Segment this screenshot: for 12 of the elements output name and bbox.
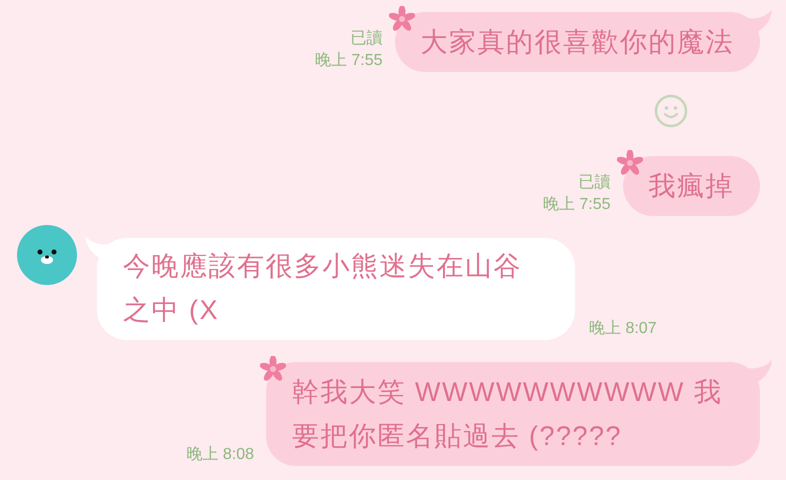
message-bubble: 今晚應該有很多小熊迷失在山谷之中 (X — [97, 238, 575, 340]
message-time: 晚上 8:08 — [186, 444, 254, 465]
read-receipt: 已讀 — [350, 28, 382, 49]
message-time: 晚上 7:55 — [542, 194, 610, 215]
message-bubble: 大家真的很喜歡你的魔法 — [394, 12, 760, 72]
message-bubble: 我瘋掉 — [622, 156, 760, 216]
smiley-icon[interactable] — [654, 94, 688, 128]
read-receipt: 已讀 — [578, 172, 610, 193]
message-time: 晚上 7:55 — [314, 50, 382, 71]
avatar-icon — [17, 225, 77, 285]
message-time: 晚上 8:07 — [589, 318, 657, 339]
message-bubble: 幹我大笑 WWWWWWWWWW 我要把你匿名貼過去 (????? — [266, 362, 760, 466]
